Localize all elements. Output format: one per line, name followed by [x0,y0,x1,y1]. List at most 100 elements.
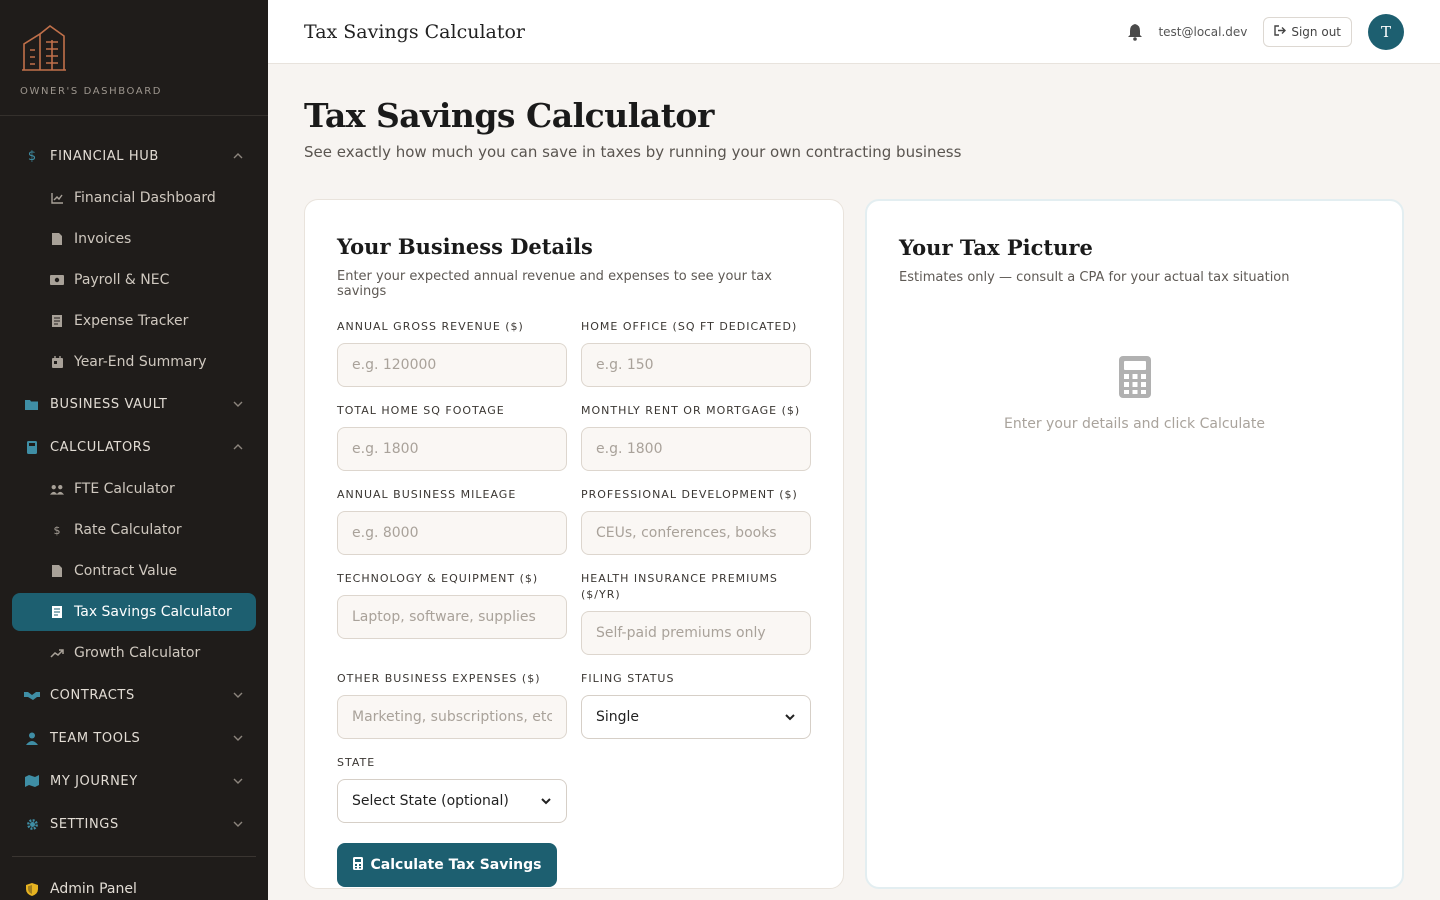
page-title: Tax Savings Calculator [304,96,714,135]
field-rent: MONTHLY RENT OR MORTGAGE ($) [581,403,811,471]
main-content: Tax Savings Calculator See exactly how m… [304,96,1404,889]
field-label: STATE [337,756,376,769]
section-label: TEAM TOOLS [50,730,141,746]
receipt-icon [50,315,64,327]
field-state: STATE Select State (optional) [337,755,567,823]
sidebar-item-label: Payroll & NEC [74,272,170,288]
user-email: test@local.dev [1158,24,1248,39]
money-icon [50,275,64,285]
file-icon [50,233,64,245]
revenue-input[interactable] [337,343,567,387]
home-office-input[interactable] [581,343,811,387]
card-subtitle: Enter your expected annual revenue and e… [337,269,772,299]
sidebar-item-year-end-summary[interactable]: Year-End Summary [0,343,256,381]
sign-out-button[interactable]: Sign out [1263,16,1352,47]
users-icon [50,484,64,495]
sidebar-section-calculators[interactable]: CALCULATORS [0,427,268,467]
card-title: Your Business Details [337,234,593,259]
prof-dev-input[interactable] [581,511,811,555]
gear-icon [24,818,40,831]
empty-state: Enter your details and click Calculate [867,356,1402,432]
bell-icon[interactable] [1126,23,1144,41]
mileage-input[interactable] [337,511,567,555]
field-revenue: ANNUAL GROSS REVENUE ($) [337,319,567,387]
field-other: OTHER BUSINESS EXPENSES ($) [337,671,567,739]
shield-icon [24,882,40,896]
sidebar-item-financial-dashboard[interactable]: Financial Dashboard [0,179,256,217]
rent-input[interactable] [581,427,811,471]
filing-status-select[interactable]: Single [581,695,811,739]
calculator-icon [1118,356,1151,398]
sidebar-section-contracts[interactable]: CONTRACTS [0,675,268,715]
field-label: PROFESSIONAL DEVELOPMENT ($) [581,488,798,501]
user-icon [24,732,40,745]
sidebar-item-expense-tracker[interactable]: Expense Tracker [0,302,256,340]
sidebar-item-label: Year-End Summary [74,354,207,370]
field-label: ANNUAL BUSINESS MILEAGE [337,488,517,501]
chart-line-icon [50,192,64,204]
sidebar-section-financial-hub[interactable]: $ FINANCIAL HUB [0,136,268,176]
calculator-icon [352,856,363,874]
tax-picture-card: Your Tax Picture Estimates only — consul… [865,199,1404,889]
health-input[interactable] [581,611,811,655]
sidebar-item-payroll-nec[interactable]: Payroll & NEC [0,261,256,299]
sidebar-item-invoices[interactable]: Invoices [0,220,256,258]
topbar: Tax Savings Calculator test@local.dev Si… [268,0,1440,64]
calculate-button[interactable]: Calculate Tax Savings [337,843,557,887]
sidebar-item-label: Contract Value [74,563,178,579]
chevron-down-icon [233,401,243,407]
card-subtitle: Estimates only — consult a CPA for your … [899,270,1290,285]
field-label: TOTAL HOME SQ FOOTAGE [337,404,505,417]
field-health: HEALTH INSURANCE PREMIUMS ($/YR) [581,571,811,655]
sidebar-item-growth-calculator[interactable]: Growth Calculator [0,634,256,672]
state-select[interactable]: Select State (optional) [337,779,567,823]
field-home-office: HOME OFFICE (SQ FT DEDICATED) [581,319,811,387]
select-value: Single [596,709,640,725]
avatar[interactable]: T [1368,13,1404,50]
other-expenses-input[interactable] [337,695,567,739]
card-title: Your Tax Picture [899,235,1093,260]
empty-state-text: Enter your details and click Calculate [1004,416,1265,432]
field-label: FILING STATUS [581,672,675,685]
calculator-icon [24,440,40,454]
section-label: CALCULATORS [50,439,152,455]
sidebar-divider [12,856,256,857]
section-label: BUSINESS VAULT [50,396,168,412]
topbar-title: Tax Savings Calculator [304,20,526,43]
sidebar-item-label: Growth Calculator [74,645,201,661]
sidebar-item-label: Expense Tracker [74,313,189,329]
sidebar-item-admin-panel[interactable]: Admin Panel [0,869,268,900]
trend-up-icon [50,648,64,658]
home-sqft-input[interactable] [337,427,567,471]
field-label: HEALTH INSURANCE PREMIUMS ($/YR) [581,572,778,601]
sign-out-label: Sign out [1291,24,1341,39]
map-icon [24,775,40,787]
sidebar-item-tax-savings-calculator[interactable]: Tax Savings Calculator [12,593,256,631]
sign-out-icon [1274,24,1287,39]
folder-icon [24,399,40,410]
sidebar-section-settings[interactable]: SETTINGS [0,804,268,844]
field-mileage: ANNUAL BUSINESS MILEAGE [337,487,567,555]
business-details-card: Your Business Details Enter your expecte… [304,199,844,889]
field-tech: TECHNOLOGY & EQUIPMENT ($) [337,571,567,655]
sidebar-section-team-tools[interactable]: TEAM TOOLS [0,718,268,758]
sidebar-item-rate-calculator[interactable]: $ Rate Calculator [0,511,256,549]
tech-input[interactable] [337,595,567,639]
sidebar-item-label: Invoices [74,231,132,247]
chevron-down-icon [233,821,243,827]
select-value: Select State (optional) [352,793,509,809]
sidebar-item-contract-value[interactable]: Contract Value [0,552,256,590]
sidebar-section-my-journey[interactable]: MY JOURNEY [0,761,268,801]
sidebar-section-business-vault[interactable]: BUSINESS VAULT [0,384,268,424]
dollar-icon: $ [53,523,61,537]
file-icon [50,606,64,618]
chevron-down-icon [233,778,243,784]
form-grid: ANNUAL GROSS REVENUE ($) HOME OFFICE (SQ… [337,319,811,839]
sidebar-item-fte-calculator[interactable]: FTE Calculator [0,470,256,508]
field-label: MONTHLY RENT OR MORTGAGE ($) [581,404,801,417]
sidebar-item-label: Rate Calculator [74,522,182,538]
section-label: FINANCIAL HUB [50,148,159,164]
page-subtitle: See exactly how much you can save in tax… [304,143,962,161]
chevron-down-icon [233,735,243,741]
section-label: MY JOURNEY [50,773,138,789]
